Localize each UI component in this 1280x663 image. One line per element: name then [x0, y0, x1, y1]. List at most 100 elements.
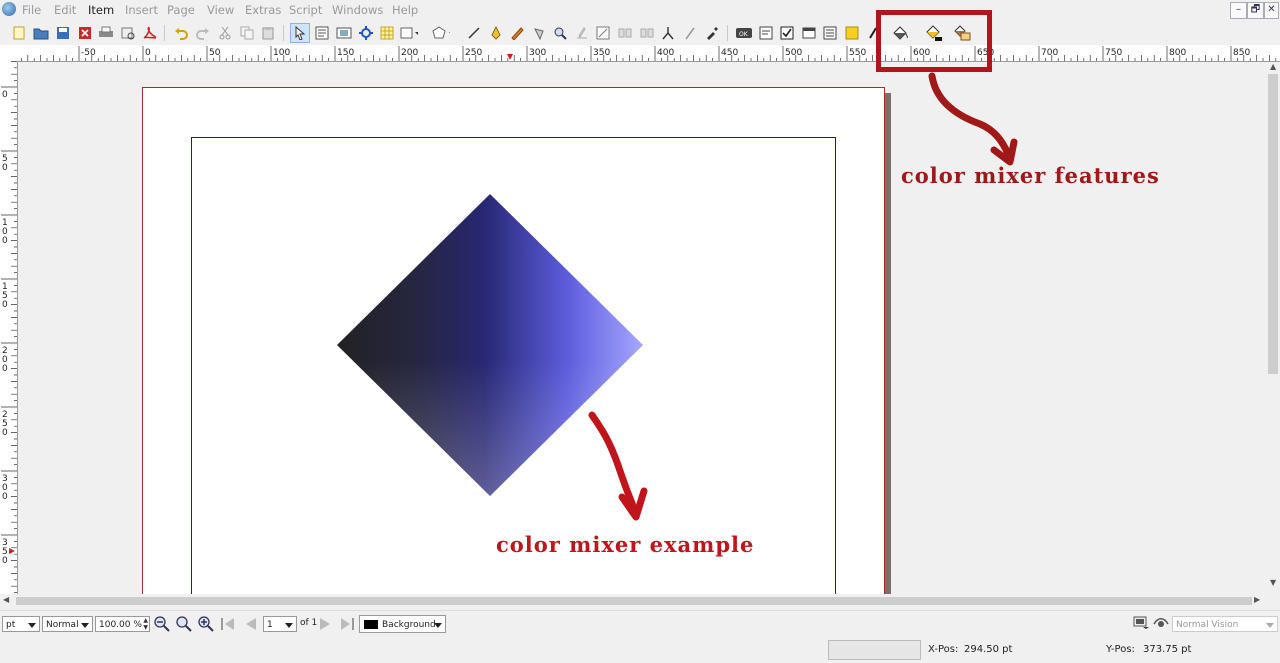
pdf-combobox-icon[interactable] [800, 24, 818, 42]
link-frames-icon[interactable] [616, 24, 634, 42]
table-icon[interactable] [378, 24, 396, 42]
scroll-left-icon[interactable]: ◀ [3, 595, 9, 604]
vision-mode-select[interactable]: Normal Vision [1172, 616, 1278, 632]
ypos-label: Y-Pos: [1106, 644, 1135, 655]
menu-help[interactable]: Help [392, 3, 418, 17]
new-icon[interactable] [10, 24, 28, 42]
shape-icon[interactable] [400, 24, 418, 42]
menu-insert[interactable]: Insert [125, 3, 158, 17]
image-frame-icon[interactable] [335, 24, 353, 42]
example-arrow-icon [588, 411, 648, 521]
scroll-down-icon[interactable]: ▼ [1270, 578, 1276, 587]
menu-edit[interactable]: Edit [54, 3, 76, 17]
eyedropper-icon[interactable] [703, 24, 721, 42]
page-select[interactable]: 1 [263, 616, 297, 632]
restore-button[interactable]: 🗗 [1247, 2, 1264, 19]
paste-icon[interactable] [259, 24, 277, 42]
close-window-button[interactable]: ✕ [1264, 2, 1279, 19]
ruler-label: 0 [2, 236, 8, 246]
horizontal-scroll-thumb[interactable] [16, 597, 1252, 605]
image-mode-select[interactable]: Normal [42, 616, 93, 632]
preview-mode-icon[interactable] [1133, 616, 1149, 633]
unit-select[interactable]: pt [2, 616, 40, 632]
prev-page-icon[interactable] [242, 617, 258, 634]
ruler-label: 100 [273, 48, 290, 58]
ruler-label: 350 [593, 48, 610, 58]
ruler-label: 450 [721, 48, 738, 58]
pdf-export-icon[interactable] [140, 24, 158, 42]
bezier-icon[interactable] [487, 24, 505, 42]
layer-color-swatch [364, 620, 378, 629]
story-editor-icon[interactable] [594, 24, 612, 42]
polygon-icon[interactable] [432, 24, 450, 42]
print-icon[interactable] [97, 24, 115, 42]
zoom-100-icon[interactable] [175, 615, 193, 636]
undo-icon[interactable] [172, 24, 190, 42]
ruler-label: 0 [2, 428, 8, 438]
eye-icon[interactable] [1153, 616, 1169, 633]
color-mixer-features-label: color mixer features [901, 163, 1160, 188]
measure-icon[interactable] [659, 24, 677, 42]
page-shadow [885, 93, 891, 594]
open-icon[interactable] [32, 24, 50, 42]
xpos-value: 294.50 pt [964, 644, 1013, 655]
scroll-right-icon[interactable]: ▶ [1254, 595, 1260, 604]
document-canvas[interactable]: color mixer example color mixer features [18, 62, 1266, 594]
select-icon[interactable] [290, 23, 310, 43]
menu-windows[interactable]: Windows [332, 3, 383, 17]
edit-text-icon[interactable] [573, 24, 591, 42]
pdf-textfield-icon[interactable] [757, 24, 775, 42]
horizontal-ruler[interactable]: -50 0 50 100 150 200 250 300 350 400 450 500 550 600 6… [0, 45, 1280, 62]
vertical-scrollbar[interactable]: ▲ ▼ [1266, 62, 1280, 594]
zoom-in-icon[interactable] [197, 615, 215, 636]
pdf-annotation-icon[interactable] [843, 24, 861, 42]
svg-text:OK: OK [739, 31, 749, 38]
freehand-icon[interactable] [508, 24, 526, 42]
menu-view[interactable]: View [207, 3, 234, 17]
page-value: 1 [267, 620, 273, 630]
ruler-label: 250 [465, 48, 482, 58]
ruler-label: 750 [1105, 48, 1122, 58]
ruler-label: 300 [529, 48, 546, 58]
copy-icon[interactable] [238, 24, 256, 42]
pdf-checkbox-icon[interactable] [778, 24, 796, 42]
menu-page[interactable]: Page [167, 3, 195, 17]
ruler-cursor-marker [9, 548, 15, 554]
copy-properties-icon[interactable] [681, 24, 699, 42]
scroll-up-icon[interactable]: ▲ [1270, 62, 1276, 71]
menu-extras[interactable]: Extras [245, 3, 281, 17]
xpos-label: X-Pos: [928, 644, 959, 655]
page-count: of 1 [300, 618, 318, 628]
menu-item[interactable]: Item [88, 3, 114, 17]
minimize-button[interactable]: – [1230, 2, 1247, 19]
color-mixer-example-label: color mixer example [496, 532, 755, 557]
vertical-scroll-thumb[interactable] [1268, 74, 1278, 374]
zoom-input[interactable]: 100.00 % ▲ ▼ [95, 616, 150, 632]
zoom-out-icon[interactable] [153, 615, 171, 636]
close-doc-icon[interactable] [76, 24, 94, 42]
save-icon[interactable] [54, 24, 72, 42]
preflight-icon[interactable] [119, 24, 137, 42]
next-page-icon[interactable] [318, 617, 334, 634]
features-arrow-icon [928, 72, 1018, 166]
first-page-icon[interactable] [220, 617, 236, 634]
horizontal-scrollbar[interactable]: ◀ ▶ [0, 594, 1266, 608]
line-icon[interactable] [465, 24, 483, 42]
vertical-ruler[interactable]: 0501001502002503003504 [0, 61, 18, 594]
unit-value: pt [6, 620, 16, 630]
rotate-icon[interactable] [530, 24, 548, 42]
menu-script[interactable]: Script [289, 3, 322, 17]
ruler-label: 0 [2, 364, 8, 374]
cut-icon[interactable] [216, 24, 234, 42]
pdf-button-icon[interactable]: OK [735, 24, 753, 42]
redo-icon[interactable] [194, 24, 212, 42]
menu-file[interactable]: File [22, 3, 41, 17]
pdf-listbox-icon[interactable] [821, 24, 839, 42]
layer-select[interactable]: Background [359, 615, 446, 633]
last-page-icon[interactable] [339, 617, 355, 634]
render-frame-icon[interactable] [357, 24, 375, 42]
text-frame-icon[interactable] [313, 24, 331, 42]
unlink-frames-icon[interactable] [638, 24, 656, 42]
zoom-icon[interactable] [551, 24, 569, 42]
main-toolbar: OK [0, 21, 1280, 45]
